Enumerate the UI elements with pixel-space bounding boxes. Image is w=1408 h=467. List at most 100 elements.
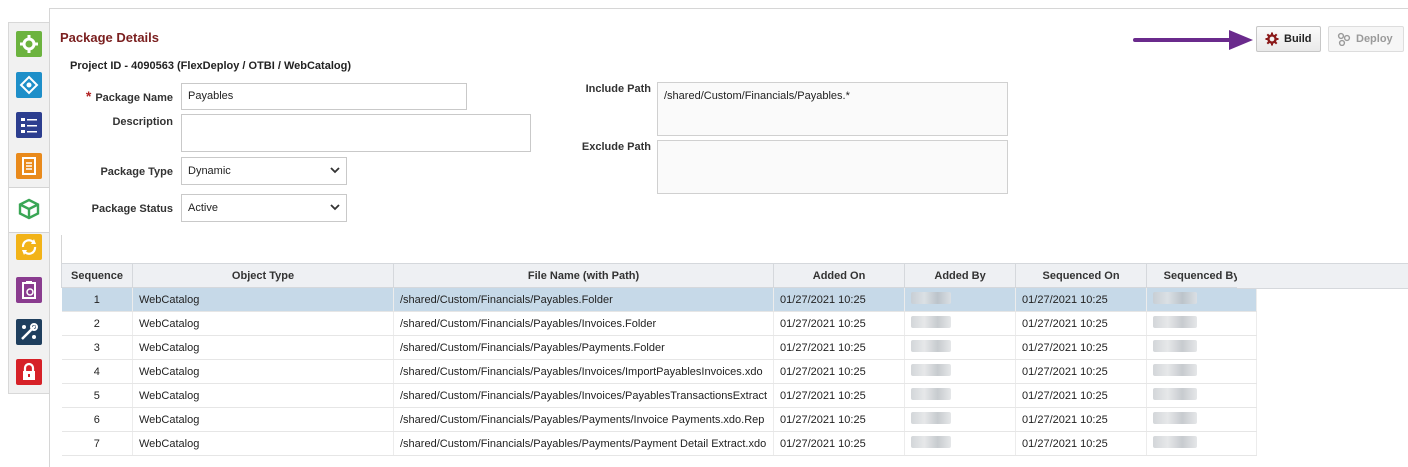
package-name-label: * Package Name [70, 88, 173, 104]
cell-sequence: 4 [61, 359, 133, 384]
chevron-down-icon [330, 167, 340, 174]
cell-added-on: 01/27/2021 10:25 [773, 359, 906, 384]
table-header-filler [1237, 263, 1408, 289]
cell-sequenced-by [1146, 407, 1258, 432]
cell-added-by [904, 359, 1017, 384]
redacted-user [1153, 340, 1198, 352]
cell-sequenced-on: 01/27/2021 10:25 [1015, 383, 1148, 408]
table-row[interactable]: 3 WebCatalog/shared/Custom/Financials/Pay… [61, 335, 1258, 360]
cell-object-type: WebCatalog [132, 431, 394, 456]
cell-file-name: /shared/Custom/Financials/Payables/Payme… [393, 407, 775, 432]
column-header-sequenced-on[interactable]: Sequenced On [1015, 263, 1148, 288]
cell-object-type: WebCatalog [132, 335, 394, 360]
cell-sequence: 5 [61, 383, 133, 408]
package-type-value: Dynamic [188, 165, 231, 177]
divider [61, 235, 62, 263]
deploy-icon [1337, 32, 1351, 46]
redacted-user [911, 340, 952, 352]
column-header-object-type[interactable]: Object Type [132, 263, 394, 288]
cell-sequenced-on: 01/27/2021 10:25 [1015, 431, 1148, 456]
cell-sequenced-by [1146, 359, 1258, 384]
list-icon [21, 118, 37, 133]
redacted-user [1153, 364, 1198, 376]
cell-sequence: 7 [61, 431, 133, 456]
table-header-row: Sequence Object Type File Name (with Pat… [61, 263, 1258, 288]
redacted-user [1153, 316, 1198, 328]
cube-icon [18, 198, 40, 220]
sidebar-item-list[interactable] [16, 112, 42, 138]
package-type-select[interactable]: Dynamic [181, 157, 347, 185]
package-type-label: Package Type [100, 166, 173, 178]
table-row[interactable]: 4 WebCatalog/shared/Custom/Financials/Pay… [61, 359, 1258, 384]
required-asterisk: * [85, 88, 92, 104]
description-label: Description [112, 116, 173, 128]
cell-sequenced-on: 01/27/2021 10:25 [1015, 311, 1148, 336]
exclude-path-field[interactable] [657, 140, 1008, 194]
tools-icon [21, 323, 38, 340]
cell-sequence: 1 [61, 287, 133, 312]
cell-added-by [904, 383, 1017, 408]
column-header-added-by[interactable]: Added By [904, 263, 1017, 288]
package-files-table: Sequence Object Type File Name (with Pat… [61, 263, 1258, 456]
cell-added-by [904, 311, 1017, 336]
package-status-select[interactable]: Active [181, 194, 347, 222]
cell-added-by [904, 407, 1017, 432]
document-icon [22, 157, 36, 175]
sync-icon [21, 239, 37, 255]
gear-icon [1265, 32, 1279, 46]
cell-object-type: WebCatalog [132, 407, 394, 432]
cell-added-by [904, 431, 1017, 456]
redacted-user [911, 292, 952, 304]
sidebar-item-build[interactable] [16, 31, 42, 57]
annotation-arrow-icon [1133, 30, 1253, 50]
cell-added-by [904, 335, 1017, 360]
package-status-value: Active [188, 202, 218, 214]
clipboard-icon [22, 281, 36, 299]
column-header-added-on[interactable]: Added On [773, 263, 906, 288]
include-path-field[interactable]: /shared/Custom/Financials/Payables.* [657, 82, 1008, 136]
cell-added-on: 01/27/2021 10:25 [773, 311, 906, 336]
cell-file-name: /shared/Custom/Financials/Payables/Payme… [393, 335, 775, 360]
sidebar-item-document[interactable] [16, 153, 42, 179]
description-field[interactable] [181, 114, 531, 152]
cell-sequenced-on: 01/27/2021 10:25 [1015, 359, 1148, 384]
cell-file-name: /shared/Custom/Financials/Payables/Invoi… [393, 311, 775, 336]
build-button[interactable]: Build [1256, 26, 1321, 52]
cell-sequenced-by [1146, 335, 1258, 360]
column-header-sequence[interactable]: Sequence [61, 263, 133, 288]
deploy-button-label: Deploy [1356, 33, 1393, 45]
redacted-user [911, 388, 952, 400]
cell-added-on: 01/27/2021 10:25 [773, 407, 906, 432]
cell-object-type: WebCatalog [132, 287, 394, 312]
sidebar-item-security[interactable] [16, 359, 42, 385]
cell-file-name: /shared/Custom/Financials/Payables/Invoi… [393, 383, 775, 408]
table-row[interactable]: 5 WebCatalog/shared/Custom/Financials/Pay… [61, 383, 1258, 408]
cell-sequenced-by [1146, 383, 1258, 408]
table-row[interactable]: 6 WebCatalog/shared/Custom/Financials/Pay… [61, 407, 1258, 432]
column-header-file-name[interactable]: File Name (with Path) [392, 263, 775, 288]
cell-sequence: 3 [61, 335, 133, 360]
table-row[interactable]: 1 WebCatalog/shared/Custom/Financials/Pay… [61, 287, 1258, 312]
package-details-panel: Package Details Project ID - 4090563 (Fl… [49, 8, 1408, 467]
package-files-table-container: Sequence Object Type File Name (with Pat… [61, 263, 1408, 463]
diamond-network-icon [19, 75, 39, 95]
table-row[interactable]: 2 WebCatalog/shared/Custom/Financials/Pay… [61, 311, 1258, 336]
package-name-field[interactable]: Payables [181, 83, 467, 110]
chevron-down-icon [330, 204, 340, 211]
cell-sequenced-by [1146, 311, 1258, 336]
cell-sequenced-on: 01/27/2021 10:25 [1015, 335, 1148, 360]
sidebar-item-network[interactable] [16, 72, 42, 98]
gear-icon [20, 35, 38, 53]
sidebar-item-sync[interactable] [16, 234, 42, 260]
sidebar-item-package[interactable] [16, 196, 42, 222]
cell-object-type: WebCatalog [132, 359, 394, 384]
sidebar-item-clipboard[interactable] [16, 277, 42, 303]
deploy-button[interactable]: Deploy [1328, 26, 1404, 52]
cell-added-on: 01/27/2021 10:25 [773, 287, 906, 312]
include-path-label: Include Path [585, 83, 651, 95]
cell-file-name: /shared/Custom/Financials/Payables/Payme… [393, 431, 775, 456]
table-row[interactable]: 7 WebCatalog/shared/Custom/Financials/Pay… [61, 431, 1258, 456]
sidebar-item-tools[interactable] [16, 319, 42, 345]
redacted-user [911, 364, 952, 376]
lock-icon [23, 362, 35, 380]
